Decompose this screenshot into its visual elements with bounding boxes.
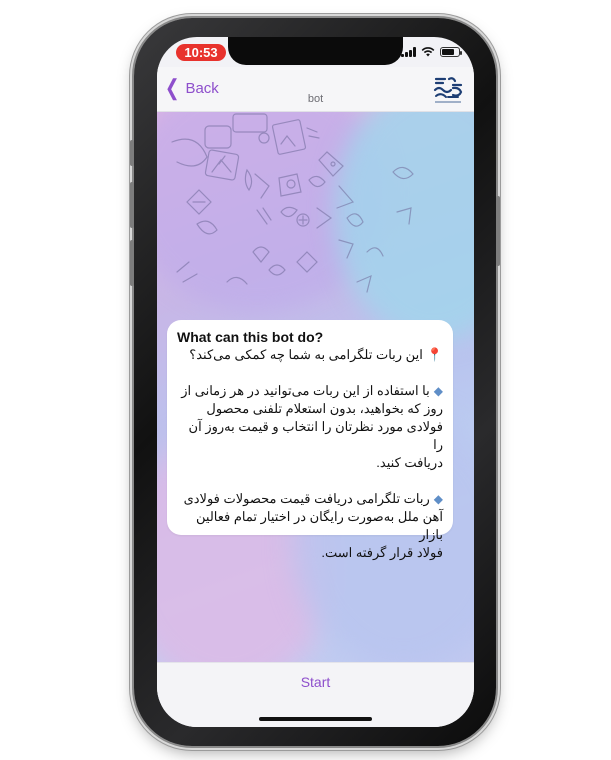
home-indicator[interactable] [259, 717, 372, 721]
bot-paragraph-1: ◆با استفاده از این ربات می‌توانید در هر … [181, 383, 443, 470]
side-button [130, 140, 134, 166]
side-button [130, 182, 134, 228]
bot-paragraph-2: ◆ربات تلگرامی دریافت قیمت محصولات فولادی… [183, 491, 443, 560]
blue-diamond-icon: ◆ [433, 384, 443, 398]
signal-icon [401, 47, 416, 57]
bot-avatar-logo-icon[interactable] [431, 75, 465, 105]
start-button[interactable]: Start [157, 673, 474, 691]
round-pushpin-icon: 📍 [426, 347, 443, 362]
status-icons [401, 47, 462, 57]
nav-bar: ❮ Back bot [157, 67, 474, 112]
status-time[interactable]: 10:53 [176, 44, 226, 61]
side-button [130, 240, 134, 286]
chat-title: bot [307, 93, 324, 105]
blue-diamond-icon: ◆ [433, 492, 443, 506]
chat-background: What can this bot do? 📍این ربات تلگرامی … [157, 112, 474, 662]
notch [228, 37, 403, 65]
battery-icon [440, 47, 462, 57]
side-button [496, 196, 500, 266]
bot-description-card: What can this bot do? 📍این ربات تلگرامی … [167, 320, 453, 560]
bot-description-heading: What can this bot do? [177, 329, 324, 345]
phone-screen: 10:53 ❮ Back bot What can this bot do? 📍… [157, 37, 474, 727]
bot-intro-line: 📍این ربات تلگرامی به شما چه کمکی می‌کند؟ [189, 347, 443, 362]
wifi-icon [421, 47, 435, 57]
